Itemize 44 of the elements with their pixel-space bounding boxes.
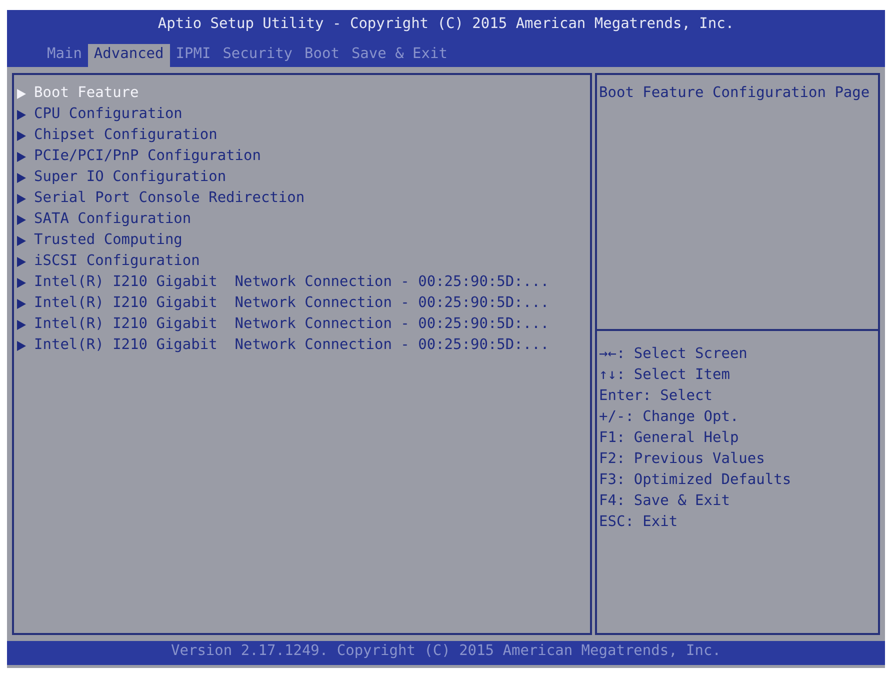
status-bar: Version 2.17.1249. Copyright (C) 2015 American Megatrends, Inc. — [7, 641, 885, 665]
tab[interactable]: Advanced — [88, 44, 170, 67]
triangle-icon — [17, 172, 26, 182]
tab[interactable]: Save & Exit — [345, 44, 454, 67]
tab[interactable]: Main — [41, 44, 88, 67]
triangle-icon — [17, 278, 26, 288]
menu-item[interactable]: Intel(R) I210 Gigabit Network Connection - 00:25:90:5D:... — [17, 314, 590, 335]
menu-item[interactable]: iSCSI Configuration — [17, 251, 590, 272]
menu-item[interactable]: Boot Feature — [17, 83, 590, 104]
triangle-icon — [17, 320, 26, 330]
menu-item[interactable]: SATA Configuration — [17, 209, 590, 230]
menu-item[interactable]: Intel(R) I210 Gigabit Network Connection - 00:25:90:5D:... — [17, 272, 590, 293]
key-hint: ESC: Exit — [599, 513, 679, 532]
menu-item[interactable]: Intel(R) I210 Gigabit Network Connection - 00:25:90:5D:... — [17, 293, 590, 314]
menu-item[interactable]: CPU Configuration — [17, 104, 590, 125]
menu-item[interactable]: Chipset Configuration — [17, 125, 590, 146]
key-hint: F4: Save & Exit — [599, 492, 731, 511]
key-hint: Enter: Select — [599, 387, 714, 406]
menu-item[interactable]: Trusted Computing — [17, 230, 590, 251]
triangle-icon — [17, 236, 26, 246]
triangle-icon — [17, 214, 26, 224]
triangle-icon — [17, 88, 26, 98]
tab[interactable]: Boot — [298, 44, 346, 67]
triangle-icon — [17, 110, 26, 120]
key-hint: F2: Previous Values — [599, 450, 766, 469]
triangle-icon — [17, 152, 26, 162]
triangle-icon — [17, 298, 26, 308]
key-hint: +/-: Change Opt. — [599, 408, 740, 427]
triangle-icon — [17, 194, 26, 204]
key-hint: →←: Select Screen — [599, 345, 748, 364]
window-title: Aptio Setup Utility - Copyright (C) 2015 American Megatrends, Inc. — [156, 15, 736, 34]
triangle-icon — [17, 256, 26, 266]
menu-item[interactable]: Serial Port Console Redirection — [17, 188, 590, 209]
menu-item[interactable]: Super IO Configuration — [17, 167, 590, 188]
tab[interactable]: IPMI — [170, 44, 217, 67]
triangle-icon — [17, 340, 26, 350]
key-hint: ↑↓: Select Item — [599, 366, 731, 385]
key-hint: F1: General Help — [599, 429, 740, 448]
menu-item[interactable]: Intel(R) I210 Gigabit Network Connection - 00:25:90:5D:... — [17, 335, 590, 356]
help-description: Boot Feature Configuration Page — [599, 84, 871, 103]
tab[interactable]: Security — [216, 44, 299, 67]
triangle-icon — [17, 130, 26, 140]
menu-item[interactable]: PCIe/PCI/PnP Configuration — [17, 146, 590, 167]
key-hint: F3: Optimized Defaults — [599, 471, 792, 490]
